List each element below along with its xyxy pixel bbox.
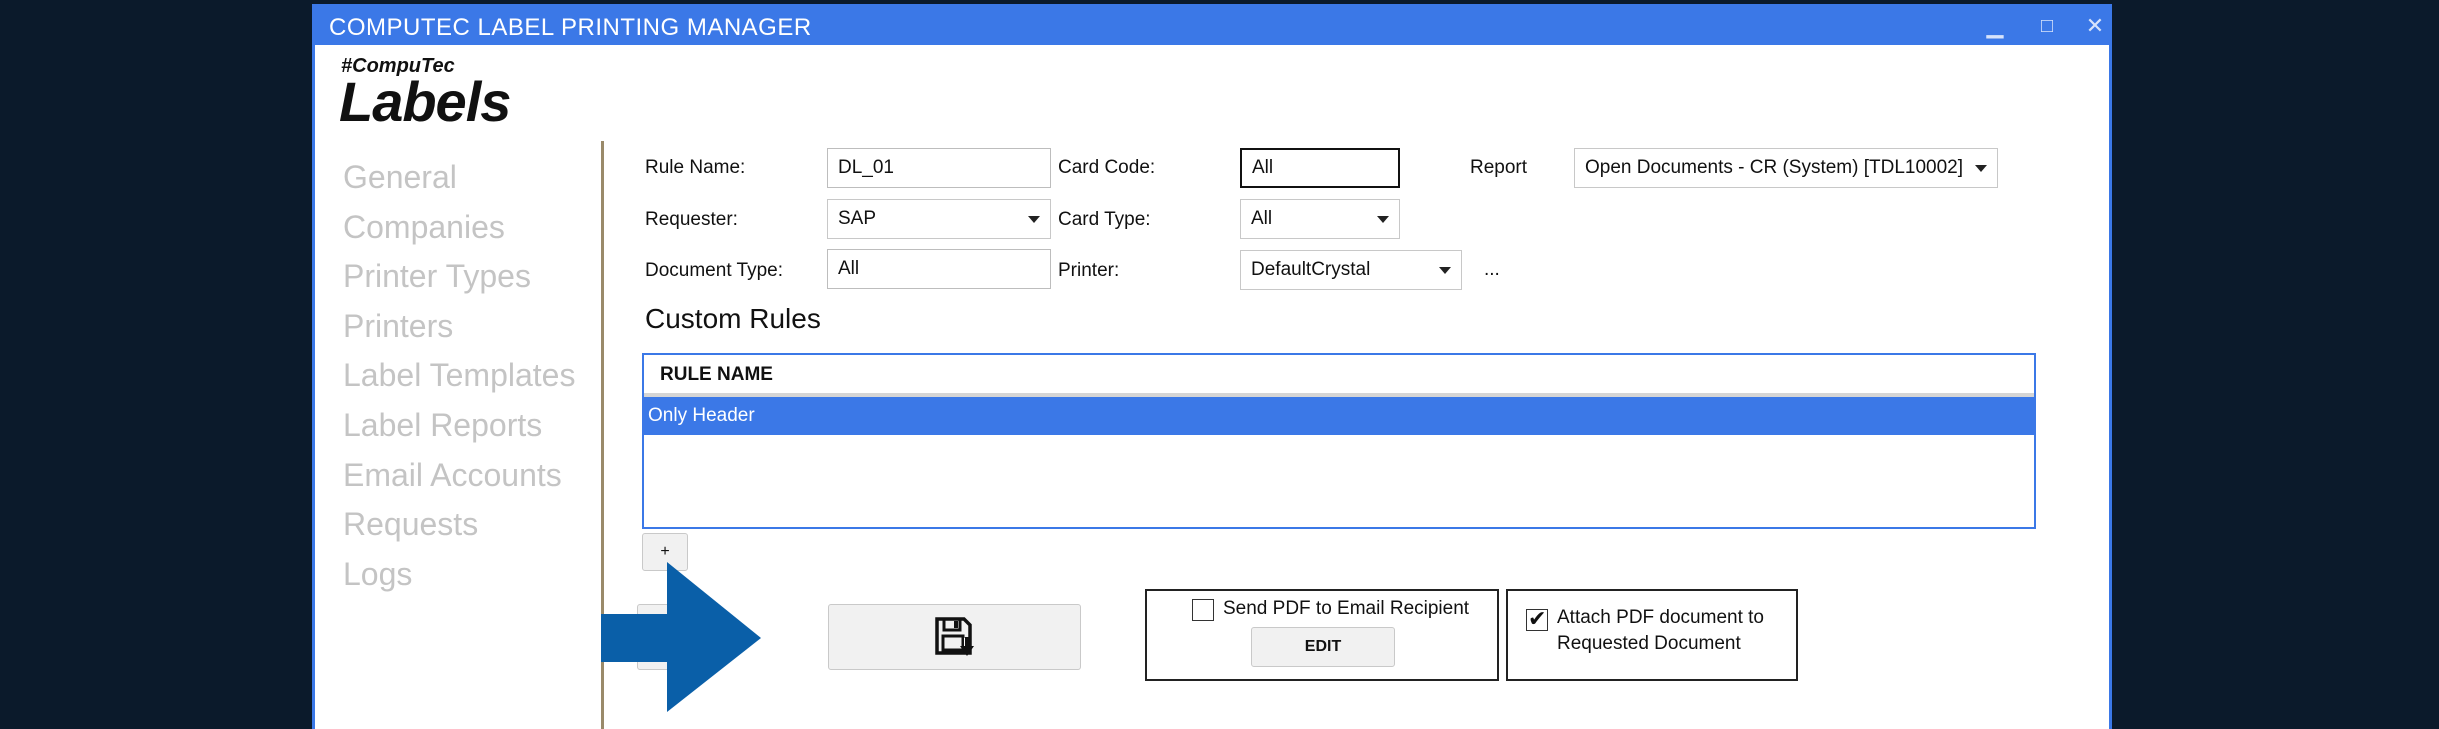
card-type-select-value: All — [1251, 208, 1273, 229]
sidebar-item-printers[interactable]: Printers — [343, 302, 575, 352]
rule-name-input[interactable]: DL_01 — [827, 148, 1051, 188]
window-title: COMPUTEC LABEL PRINTING MANAGER — [329, 14, 812, 41]
printer-select[interactable]: DefaultCrystal — [1240, 250, 1462, 290]
sidebar-item-label-reports[interactable]: Label Reports — [343, 401, 575, 451]
report-select[interactable]: Open Documents - CR (System) [TDL10002] — [1574, 148, 1998, 188]
close-icon[interactable]: ✕ — [2075, 9, 2115, 43]
custom-rules-grid: RULE NAME Only Header — [642, 353, 2036, 529]
requester-select[interactable]: SAP — [827, 199, 1051, 239]
chevron-down-icon — [1439, 267, 1451, 274]
table-row[interactable]: Only Header — [644, 397, 2034, 435]
brand-logo: Labels — [339, 70, 511, 133]
card-code-input[interactable]: All — [1240, 148, 1400, 188]
sidebar-item-printer-types[interactable]: Printer Types — [343, 252, 575, 302]
rule-name-label: Rule Name: — [645, 157, 746, 178]
attach-pdf-checkbox[interactable] — [1526, 606, 1548, 632]
send-pdf-label: Send PDF to Email Recipient — [1223, 598, 1470, 619]
report-select-value: Open Documents - CR (System) [TDL10002] — [1585, 157, 1964, 178]
report-label: Report — [1470, 157, 1528, 178]
printer-more-button[interactable]: ... — [1484, 259, 1500, 281]
rule-name-column-header[interactable]: RULE NAME — [644, 355, 2034, 397]
save-button[interactable] — [828, 604, 1081, 670]
chevron-down-icon — [1028, 216, 1040, 223]
attach-pdf-label-line2: Requested Document — [1557, 633, 1741, 654]
document-type-label: Document Type: — [645, 260, 784, 281]
chevron-down-icon — [1975, 165, 1987, 172]
chevron-down-icon — [1377, 216, 1389, 223]
title-bar: COMPUTEC LABEL PRINTING MANAGER ▁ □ ✕ — [315, 7, 2109, 45]
pointer-arrow — [601, 562, 761, 712]
sidebar-item-email-accounts[interactable]: Email Accounts — [343, 451, 575, 501]
minimize-icon[interactable]: ▁ — [1975, 9, 2015, 43]
card-type-select[interactable]: All — [1240, 199, 1400, 239]
sidebar-item-requests[interactable]: Requests — [343, 500, 575, 550]
edit-button[interactable]: EDIT — [1251, 627, 1395, 667]
maximize-icon[interactable]: □ — [2027, 9, 2067, 43]
card-code-label: Card Code: — [1058, 157, 1156, 178]
save-download-icon — [934, 617, 974, 656]
send-pdf-checkbox[interactable] — [1192, 599, 1214, 621]
sidebar-item-general[interactable]: General — [343, 153, 575, 203]
sidebar-item-label-templates[interactable]: Label Templates — [343, 351, 575, 401]
attach-pdf-label-line1: Attach PDF document to — [1557, 607, 1764, 628]
printer-label: Printer: — [1058, 260, 1120, 281]
sidebar-item-companies[interactable]: Companies — [343, 203, 575, 253]
requester-select-value: SAP — [838, 208, 877, 229]
attach-pdf-panel: Attach PDF document to Requested Documen… — [1506, 589, 1798, 681]
printer-select-value: DefaultCrystal — [1251, 259, 1371, 280]
sidebar-item-logs[interactable]: Logs — [343, 550, 575, 600]
sidebar-nav: General Companies Printer Types Printers… — [343, 153, 575, 599]
app-window: COMPUTEC LABEL PRINTING MANAGER ▁ □ ✕ #C… — [312, 4, 2112, 729]
custom-rules-title: Custom Rules — [645, 303, 821, 334]
send-pdf-panel: Send PDF to Email Recipient EDIT — [1145, 589, 1499, 681]
card-type-label: Card Type: — [1058, 209, 1151, 230]
requester-label: Requester: — [645, 209, 738, 230]
document-type-input[interactable]: All — [827, 249, 1051, 289]
